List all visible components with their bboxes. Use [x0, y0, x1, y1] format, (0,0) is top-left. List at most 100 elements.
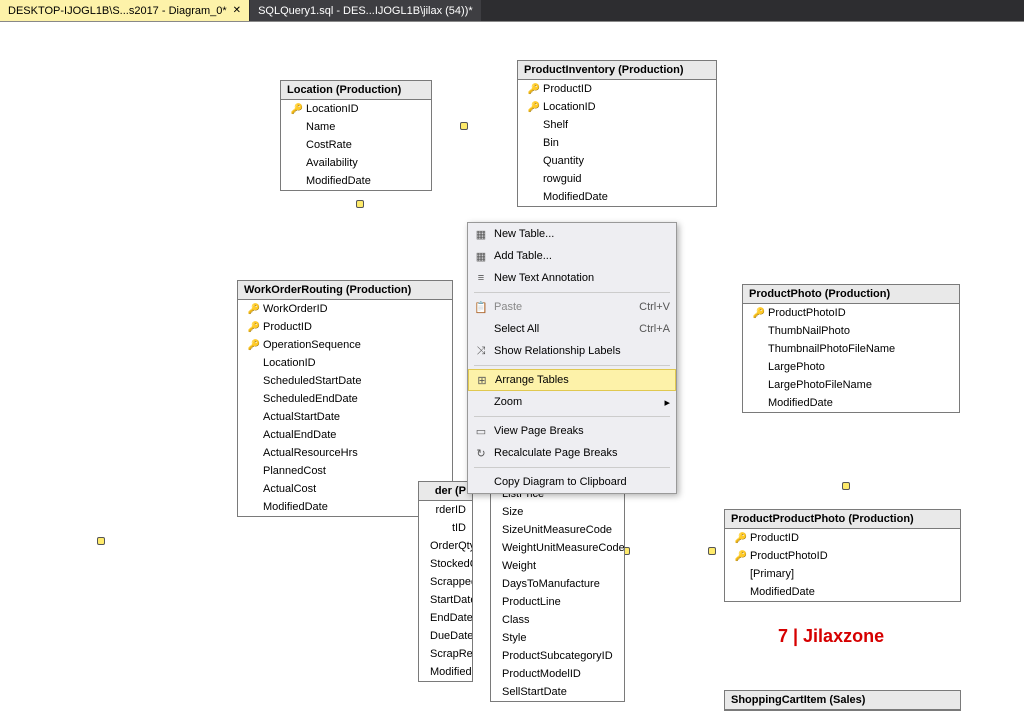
diagram-canvas[interactable]: Location (Production) 🔑LocationIDNameCos…: [0, 21, 1024, 711]
table-columns: 🔑ProductID🔑LocationIDShelfBin Quantity row…: [518, 80, 716, 206]
table-column[interactable]: ActualEndDate: [238, 426, 452, 444]
table-column[interactable]: ScheduledStartDate: [238, 372, 452, 390]
menu-item-zoom[interactable]: Zoom▸: [468, 391, 676, 413]
table-column[interactable]: SizeUnitMeasureCode: [491, 521, 624, 539]
column-name: ScheduledEndDate: [261, 393, 446, 405]
table-column[interactable]: LargePhoto: [743, 358, 959, 376]
table-column[interactable]: SellStartDate: [491, 683, 624, 701]
relationship-endpoint: [460, 122, 468, 130]
table-column[interactable]: 🔑LocationID: [518, 98, 716, 116]
relationship-line: [0, 452, 1, 562]
key-icon: 🔑: [527, 84, 541, 95]
tab-diagram[interactable]: DESKTOP-IJOGL1B\S...s2017 - Diagram_0* ✕: [0, 0, 250, 21]
table-product-inventory[interactable]: ProductInventory (Production) 🔑ProductID…: [517, 60, 717, 207]
table-column[interactable]: ModifiedDate: [725, 583, 960, 601]
table-column[interactable]: WeightUnitMeasureCode: [491, 539, 624, 557]
table-location[interactable]: Location (Production) 🔑LocationIDNameCos…: [280, 80, 432, 191]
table-column[interactable]: 🔑ProductPhotoID: [743, 304, 959, 322]
table-product-photo[interactable]: ProductPhoto (Production) 🔑ProductPhotoI…: [742, 284, 960, 413]
table-column[interactable]: ModifiedDate: [518, 188, 716, 206]
column-name: LargePhoto: [766, 361, 953, 373]
column-name: Quantity: [541, 155, 710, 167]
relationship-endpoint: [842, 482, 850, 490]
table-column[interactable]: 🔑ProductPhotoID: [725, 547, 960, 565]
menu-item-copy-diagram-to-clipboard[interactable]: Copy Diagram to Clipboard: [468, 471, 676, 493]
menu-item-add-table[interactable]: ▦Add Table...: [468, 245, 676, 267]
table-column[interactable]: Name: [281, 118, 431, 136]
table-work-order-partial[interactable]: der (P rderIDtIDOrderQtyStockedQtyScrapp…: [418, 481, 473, 682]
table-column[interactable]: rderID: [419, 501, 472, 519]
table-column[interactable]: 🔑ProductID: [725, 529, 960, 547]
menu-item-arrange-tables[interactable]: ⊞Arrange Tables: [468, 369, 676, 391]
table-column[interactable]: Availability: [281, 154, 431, 172]
menu-icon: ▭: [472, 425, 490, 438]
table-column[interactable]: 🔑LocationID: [281, 100, 431, 118]
close-icon[interactable]: ✕: [233, 5, 241, 16]
column-name: tID: [442, 522, 466, 534]
column-name: Class: [500, 614, 618, 626]
table-column[interactable]: ScrappedQty: [419, 573, 472, 591]
table-column[interactable]: CostRate: [281, 136, 431, 154]
menu-item-new-text-annotation[interactable]: ≡New Text Annotation: [468, 267, 676, 289]
table-column[interactable]: LocationID: [238, 354, 452, 372]
table-column[interactable]: 🔑ProductID: [238, 318, 452, 336]
menu-item-view-page-breaks[interactable]: ▭View Page Breaks: [468, 420, 676, 442]
table-column[interactable]: ScheduledEndDate: [238, 390, 452, 408]
table-column[interactable]: StartDate: [419, 591, 472, 609]
table-column[interactable]: Style: [491, 629, 624, 647]
table-column[interactable]: DaysToManufacture: [491, 575, 624, 593]
table-column[interactable]: ActualResourceHrs: [238, 444, 452, 462]
column-name: ProductID: [261, 321, 446, 333]
table-column[interactable]: Class: [491, 611, 624, 629]
table-column[interactable]: Quantity: [518, 152, 716, 170]
table-column[interactable]: Shelf: [518, 116, 716, 134]
table-column[interactable]: tID: [419, 519, 472, 537]
table-column[interactable]: ProductLine: [491, 593, 624, 611]
column-name: CostRate: [304, 139, 425, 151]
table-column[interactable]: LargePhotoFileName: [743, 376, 959, 394]
relationship-line: [0, 99, 1, 187]
table-column[interactable]: PlannedCost: [238, 462, 452, 480]
column-name: ProductLine: [500, 596, 618, 608]
table-column[interactable]: ModifiedDate: [281, 172, 431, 190]
table-column[interactable]: EndDate: [419, 609, 472, 627]
table-column[interactable]: ProductModelID: [491, 665, 624, 683]
table-column[interactable]: ModifiedDate: [743, 394, 959, 412]
table-shopping-cart-item[interactable]: ShoppingCartItem (Sales): [724, 690, 961, 711]
menu-label: Recalculate Page Breaks: [490, 447, 670, 459]
table-column[interactable]: ScrapReasonID: [419, 645, 472, 663]
table-column[interactable]: 🔑WorkOrderID: [238, 300, 452, 318]
table-column[interactable]: ThumbNailPhoto: [743, 322, 959, 340]
menu-item-recalculate-page-breaks[interactable]: ↻Recalculate Page Breaks: [468, 442, 676, 464]
menu-item-new-table[interactable]: ▦New Table...: [468, 223, 676, 245]
relationship-endpoint: [356, 200, 364, 208]
menu-item-select-all[interactable]: Select AllCtrl+A: [468, 318, 676, 340]
table-column[interactable]: StockedQty: [419, 555, 472, 573]
table-column[interactable]: ProductSubcategoryID: [491, 647, 624, 665]
column-name: ActualStartDate: [261, 411, 446, 423]
menu-item-show-relationship-labels[interactable]: ⤨Show Relationship Labels: [468, 340, 676, 362]
table-column[interactable]: Size: [491, 503, 624, 521]
table-column[interactable]: [Primary]: [725, 565, 960, 583]
column-name: Name: [304, 121, 425, 133]
table-column[interactable]: rowguid: [518, 170, 716, 188]
table-column[interactable]: ModifiedDate: [419, 663, 472, 681]
table-column[interactable]: ActualStartDate: [238, 408, 452, 426]
column-name: StartDate: [428, 594, 473, 606]
column-name: ScrappedQty: [428, 576, 473, 588]
table-column[interactable]: 🔑OperationSequence: [238, 336, 452, 354]
table-column[interactable]: Weight: [491, 557, 624, 575]
relationship-line: [0, 98, 84, 99]
table-column[interactable]: DueDate: [419, 627, 472, 645]
menu-separator: [474, 467, 670, 468]
relationship-endpoint: [97, 537, 105, 545]
table-column[interactable]: Bin: [518, 134, 716, 152]
table-column[interactable]: ThumbnailPhotoFileName: [743, 340, 959, 358]
column-name: LocationID: [261, 357, 446, 369]
table-column[interactable]: OrderQty: [419, 537, 472, 555]
column-name: rderID: [433, 504, 466, 516]
table-column[interactable]: 🔑ProductID: [518, 80, 716, 98]
table-product-product-photo[interactable]: ProductProductPhoto (Production) 🔑Produc…: [724, 509, 961, 602]
tab-sqlquery[interactable]: SQLQuery1.sql - DES...IJOGL1B\jilax (54)…: [250, 0, 482, 21]
table-title: ShoppingCartItem (Sales): [725, 691, 960, 710]
